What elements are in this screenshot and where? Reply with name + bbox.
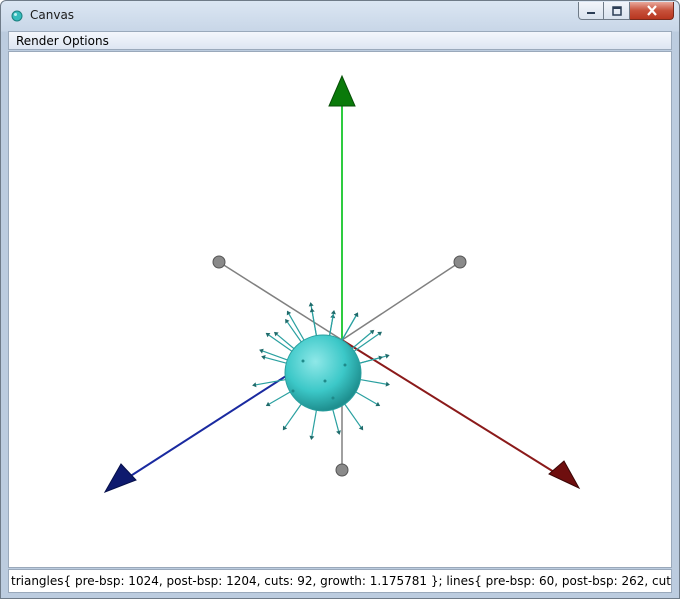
app-icon [11,10,23,22]
gray-axis-end-down [335,463,349,477]
normal-arrow [259,348,292,362]
y-axis-arrowhead [328,74,356,107]
normal-arrow [342,400,364,431]
normal-arrow-head [336,430,341,435]
normal-arrow-head [330,309,336,315]
z-axis-arrowhead [103,463,137,493]
normal-arrow [352,389,381,407]
normal-arrow-head [309,435,315,440]
sphere-surface-dot [331,396,335,400]
normal-arrow-head [385,381,390,387]
normal-arrow-head [378,355,383,361]
normal-arrow [265,332,296,354]
gray-axis-end-upper-right [453,255,467,269]
normal-arrow [282,400,304,431]
normal-arrow-head [308,302,314,307]
teal-sphere [284,334,362,412]
gray-axis-end-upper-left [212,255,226,269]
sphere-surface-dot [343,363,347,367]
title-bar[interactable]: Canvas [1,1,679,30]
close-button[interactable] [630,2,674,20]
minimize-icon [587,11,595,14]
sphere-surface-dot [323,379,327,383]
menu-item-render-options[interactable]: Render Options [16,34,109,48]
scene-3d [103,74,581,493]
sphere-surface-dot [301,359,305,363]
normal-arrow-head [261,355,266,360]
normal-arrow [356,378,390,387]
normal-arrow-shaft [284,400,304,428]
normal-arrow-head [252,382,257,388]
normal-arrow [265,389,294,407]
normal-arrow-shaft [350,333,380,354]
gray-axis-upper-left [218,261,343,341]
normal-arrow [350,331,382,354]
maximize-icon [611,5,622,16]
x-axis-arrowhead [548,460,581,490]
sphere-surface-dot [291,389,295,393]
window-controls [578,2,674,21]
minimize-button[interactable] [578,2,604,20]
normal-arrow-shaft [342,400,362,428]
normal-arrow [331,405,341,435]
menu-bar: Render Options [8,31,672,50]
status-text: triangles{ pre-bsp: 1024, post-bsp: 1204… [11,574,671,588]
normal-arrow-head [385,353,390,359]
maximize-button[interactable] [604,2,630,20]
close-icon [646,5,657,16]
window-title: Canvas [30,8,75,22]
gray-axis-upper-right [341,261,461,341]
status-bar: triangles{ pre-bsp: 1024, post-bsp: 1204… [8,569,672,593]
normal-arrow [309,406,318,440]
canvas-window: Canvas Render Options triangles{pre-bsp… [0,0,680,599]
render-canvas[interactable] [8,51,672,568]
